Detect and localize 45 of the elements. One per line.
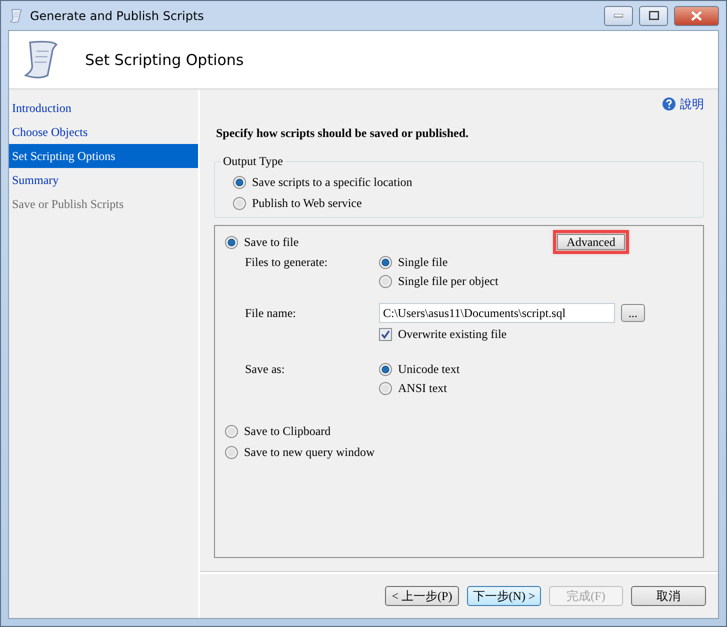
sidebar-item[interactable]: Summary: [9, 168, 198, 192]
radio-label: Save to new query window: [244, 444, 375, 460]
close-icon: [691, 10, 702, 20]
browse-button[interactable]: ...: [621, 304, 645, 322]
minimize-icon: [614, 14, 623, 18]
radio-label: Save scripts to a specific location: [252, 174, 412, 190]
help-icon[interactable]: [662, 97, 676, 111]
radio-button[interactable]: [379, 362, 392, 376]
radio-button[interactable]: [379, 256, 392, 268]
help-link[interactable]: 說明: [680, 96, 704, 112]
radio-label: Publish to Web service: [252, 196, 362, 210]
radio-button[interactable]: [225, 446, 238, 458]
checkbox[interactable]: [379, 328, 392, 340]
checkbox-label: Overwrite existing file: [398, 326, 507, 342]
radio-label: Save to file: [244, 234, 299, 250]
window-title: Generate and Publish Scripts: [30, 8, 205, 22]
radio-label: ANSI text: [398, 380, 447, 396]
radio-button[interactable]: [225, 236, 238, 248]
wizard-button[interactable]: 下一步(N) >: [467, 586, 541, 606]
sidebar-item[interactable]: Choose Objects: [9, 120, 198, 144]
maximize-button[interactable]: [639, 6, 668, 26]
group-label: Output Type: [221, 154, 285, 169]
radio-label: Single file: [398, 254, 448, 270]
field-label: Save as:: [245, 361, 286, 378]
radio-button[interactable]: [379, 274, 392, 288]
scroll-icon: [8, 8, 24, 24]
radio-button[interactable]: [233, 176, 246, 188]
instruction-text: Specify how scripts should be saved or published.: [216, 126, 470, 141]
minimize-button[interactable]: [604, 6, 633, 26]
wizard-button[interactable]: 取消: [631, 586, 706, 606]
radio-button[interactable]: [233, 196, 246, 210]
wizard-button[interactable]: < 上一步(P): [385, 586, 459, 606]
radio-button[interactable]: [225, 424, 238, 438]
radio-label: Save to Clipboard: [244, 424, 331, 438]
page-title: Set Scripting Options: [85, 50, 244, 68]
maximize-icon: [648, 11, 658, 20]
field-label: Files to generate:: [245, 254, 329, 271]
radio-button[interactable]: [379, 382, 392, 394]
file-name-field[interactable]: C:\Users\asus11\Documents\script.sql: [379, 303, 615, 323]
sidebar-item[interactable]: Set Scripting Options: [9, 144, 198, 168]
sidebar-item[interactable]: Introduction: [9, 96, 198, 120]
close-button[interactable]: [674, 6, 719, 26]
radio-label: Single file per object: [398, 274, 498, 288]
radio-label: Unicode text: [398, 362, 460, 376]
field-label: File name:: [245, 305, 297, 322]
